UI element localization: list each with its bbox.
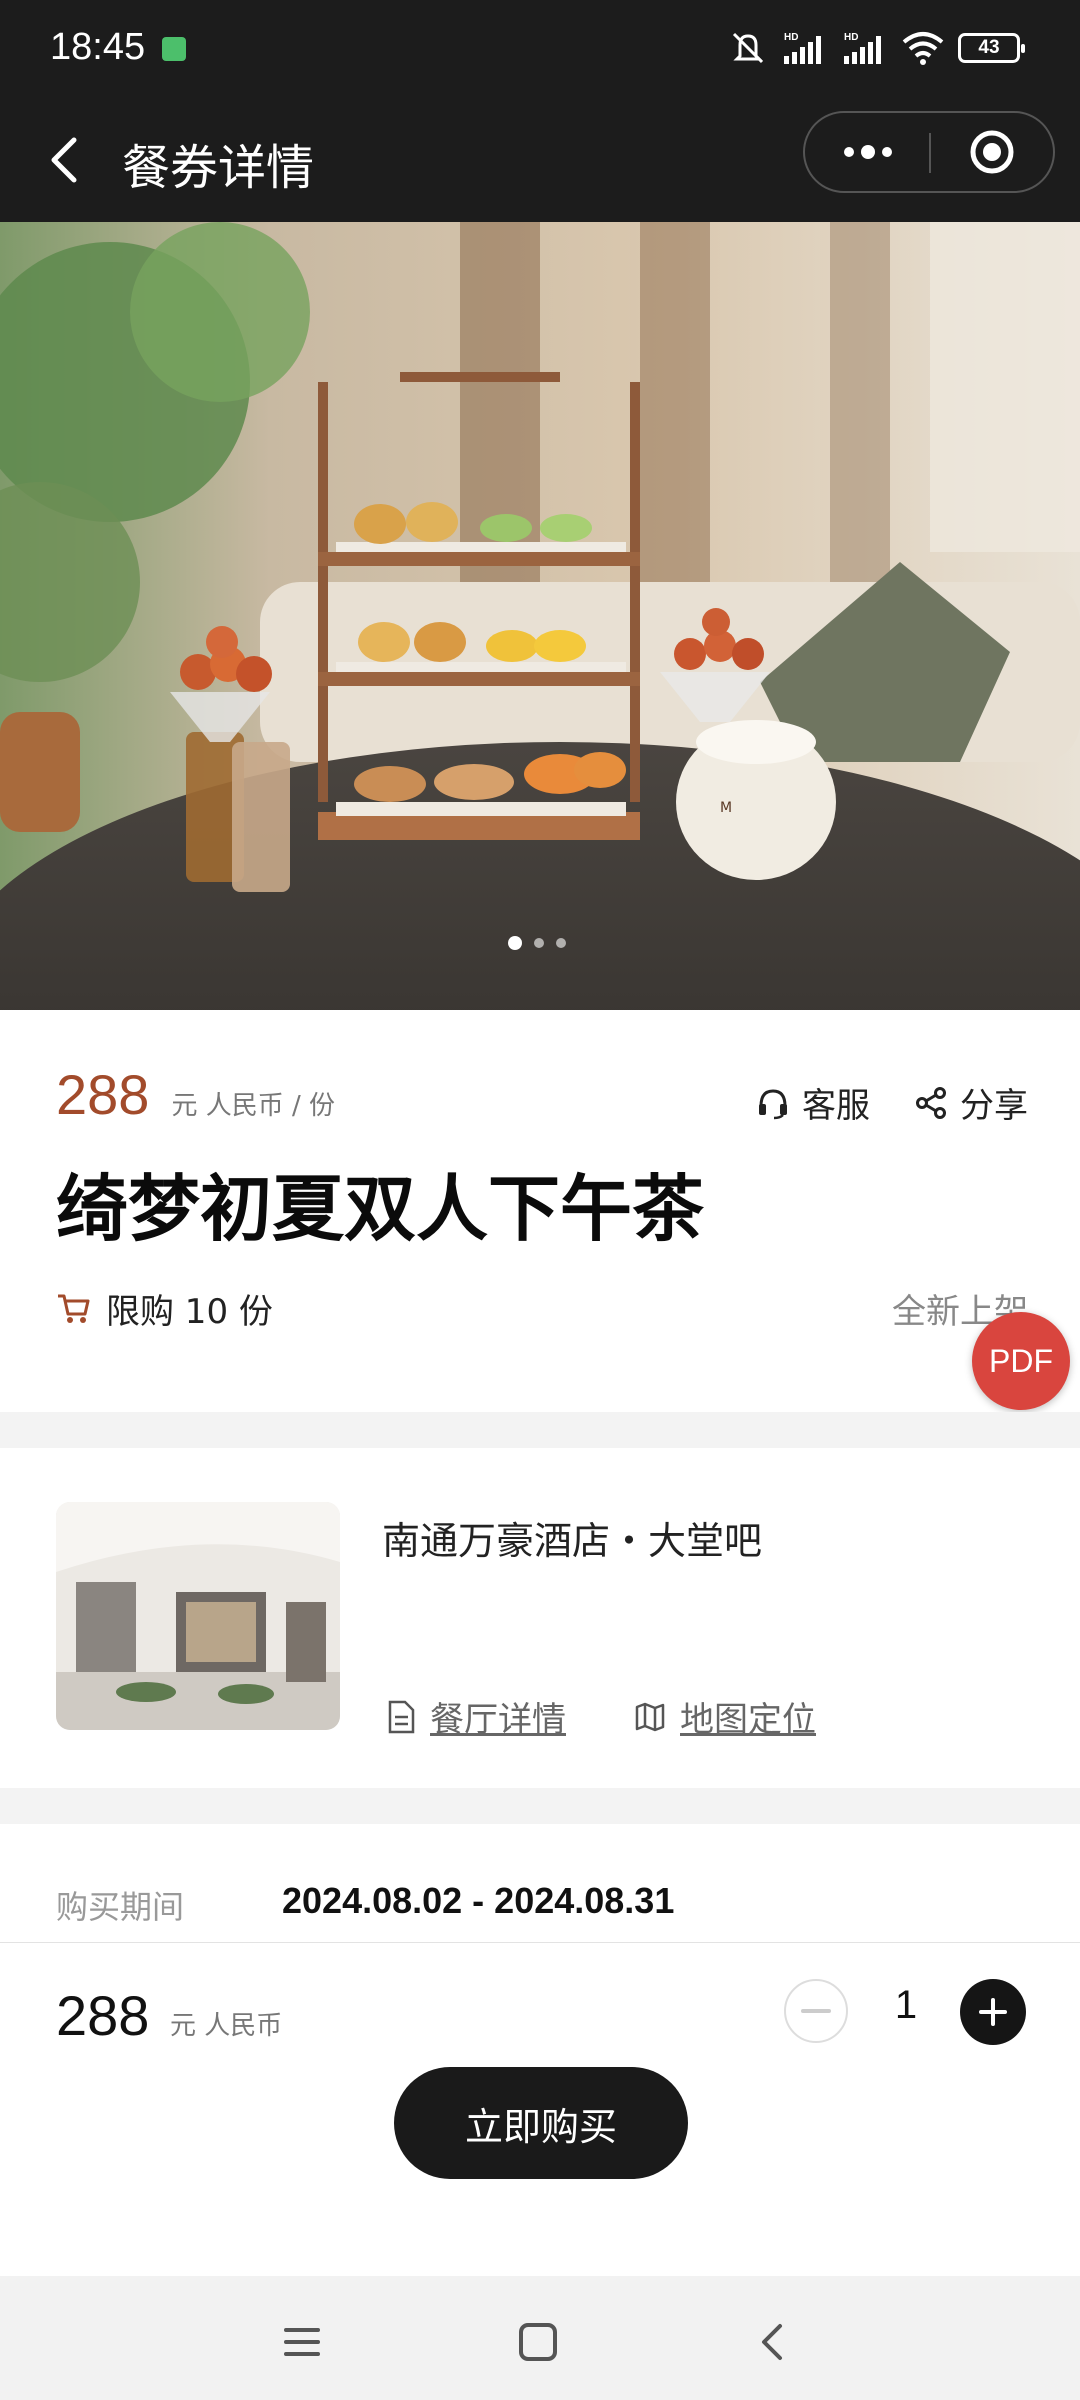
mute-icon [732,32,764,64]
svg-text:HD: HD [844,32,858,43]
total-price-unit: 元 人民币 [170,2011,283,2041]
minus-icon [801,2009,831,2013]
menu-icon [284,2328,320,2356]
map-location-label: 地图定位 [680,1700,816,1740]
signal-icon: HD [784,32,821,64]
product-title: 绮梦初夏双人下午茶 [56,1167,705,1251]
price-row: 288 元 人民币 / 份 [56,1062,335,1127]
restaurant-photo[interactable] [56,1502,340,1730]
restaurant-details-link[interactable]: 餐厅详情 [386,1692,566,1741]
system-back-button[interactable] [742,2312,802,2372]
restaurant-details-label: 餐厅详情 [430,1700,566,1740]
carousel-dot [556,938,566,948]
customer-service-label: 客服 [802,1086,870,1126]
purchase-bar: 288 元 人民币 1 立即购买 [0,1942,1080,2277]
total-price: 288 [56,1984,150,2047]
battery-icon: 43 [958,33,1025,63]
increase-quantity-button[interactable] [960,1979,1026,2045]
status-icons: HD HD 43 [728,30,1025,66]
mini-program-capsule [803,111,1055,193]
purchase-period-label: 购买期间 [56,1888,185,1926]
plus-icon [979,1998,1007,2026]
page-title: 餐券详情 [122,140,315,196]
more-button[interactable] [805,113,930,191]
home-button[interactable] [508,2312,568,2372]
price-unit: 元 人民币 / 份 [171,1091,335,1121]
section-divider [0,1788,1080,1824]
price-value: 288 [56,1063,150,1126]
back-button[interactable] [40,128,100,188]
svg-text:M: M [720,800,732,816]
buy-now-button[interactable]: 立即购买 [394,2067,688,2179]
hero-image-carousel[interactable]: M [0,222,1080,1010]
decrease-quantity-button[interactable] [784,1979,848,2043]
document-icon [388,1700,415,1733]
quantity-value: 1 [894,1983,918,2027]
restaurant-name: 南通万豪酒店・大堂吧 [382,1519,763,1563]
recent-apps-button[interactable] [272,2312,332,2372]
map-icon [635,1702,665,1731]
wifi-icon [902,32,944,65]
customer-service-button[interactable]: 客服 [756,1078,870,1127]
system-navigation-bar [0,2276,1080,2400]
app-notification-icon [162,37,186,61]
map-location-link[interactable]: 地图定位 [634,1692,816,1741]
status-bar: 18:45 HD HD 43 [0,0,1080,100]
carousel-indicator [508,936,566,950]
carousel-dot [534,938,544,948]
svg-text:HD: HD [784,32,798,43]
pdf-floating-button[interactable]: PDF [972,1312,1070,1410]
chevron-left-icon [51,137,77,183]
afternoon-tea-photo: M [0,222,1080,1010]
share-label: 分享 [960,1086,1028,1126]
purchase-period-value: 2024.08.02 - 2024.08.31 [282,1880,675,1921]
share-icon [916,1086,946,1119]
status-time: 18:45 [50,26,146,68]
lobby-bar-photo [56,1502,340,1730]
carousel-dot [508,936,522,950]
purchase-limit-label: 限购 10 份 [106,1292,273,1332]
shopping-cart-icon [58,1294,90,1323]
headset-icon [759,1088,787,1119]
home-square-icon [519,2323,557,2361]
signal-icon-2: HD [844,32,881,64]
more-dots-icon [843,145,892,159]
purchase-limit: 限购 10 份 [56,1284,273,1333]
section-divider [0,1412,1080,1448]
share-button[interactable]: 分享 [914,1078,1028,1127]
close-mini-program-button[interactable] [931,113,1053,191]
back-chevron-icon [762,2324,782,2360]
nav-bar: 餐券详情 [0,100,1080,222]
target-close-icon [970,130,1014,174]
